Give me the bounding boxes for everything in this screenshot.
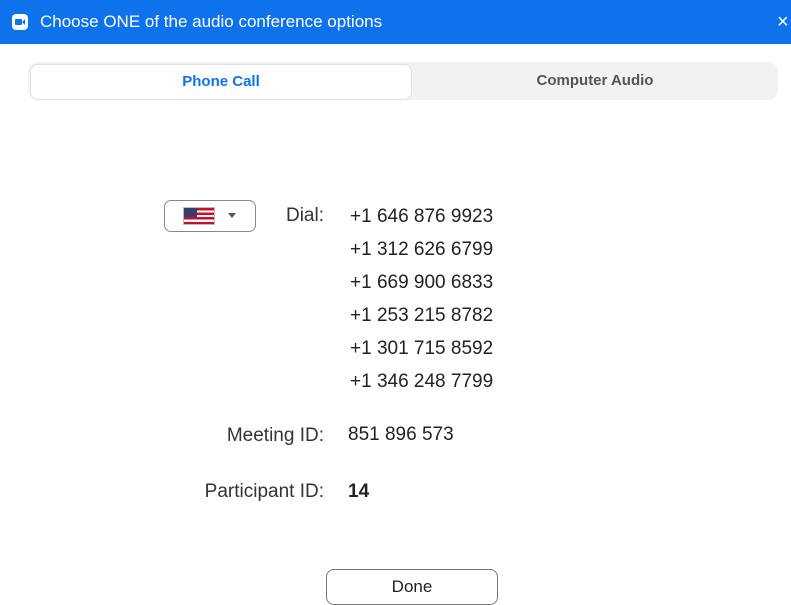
dial-label: Dial: <box>285 205 324 226</box>
dial-number: +1 253 215 8782 <box>350 305 494 326</box>
tab-phone-call[interactable]: Phone Call <box>30 64 412 100</box>
participant-id-label: Participant ID: <box>204 481 324 502</box>
zoom-camera-icon <box>12 14 28 30</box>
participant-id-value: 14 <box>348 481 370 502</box>
chevron-down-icon <box>228 213 236 218</box>
audio-options-tabs: Phone Call Computer Audio <box>28 62 778 100</box>
dial-number-list: +1 646 876 9923 +1 312 626 6799 +1 669 9… <box>350 203 493 401</box>
us-flag-icon <box>184 208 214 224</box>
dial-number: +1 646 876 9923 <box>350 206 494 227</box>
title-bar: Choose ONE of the audio conference optio… <box>0 0 791 44</box>
dial-number: +1 346 248 7799 <box>350 371 494 392</box>
window-title: Choose ONE of the audio conference optio… <box>40 12 383 31</box>
close-icon[interactable]: × <box>777 0 789 44</box>
tab-computer-audio[interactable]: Computer Audio <box>412 62 778 100</box>
dial-number: +1 301 715 8592 <box>350 338 494 359</box>
dial-number: +1 312 626 6799 <box>350 239 494 260</box>
dial-number: +1 669 900 6833 <box>350 272 494 293</box>
meeting-id-value: 851 896 573 <box>348 424 454 445</box>
meeting-id-label: Meeting ID: <box>226 425 324 446</box>
done-button[interactable]: Done <box>326 569 498 605</box>
